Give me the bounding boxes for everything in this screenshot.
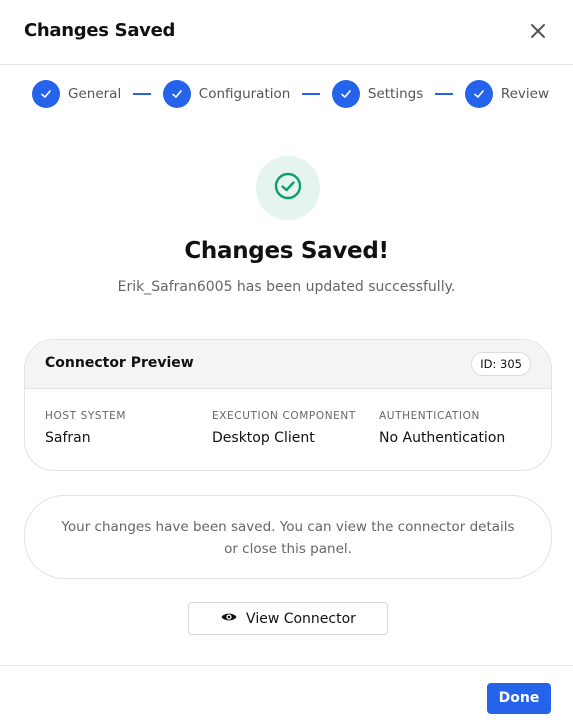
step-review[interactable]: Review — [464, 80, 549, 108]
field-value: No Authentication — [379, 430, 506, 446]
done-button[interactable]: Done — [487, 683, 551, 714]
dialog-footer: Done — [0, 665, 573, 727]
dialog-title: Changes Saved — [24, 20, 176, 41]
preview-title: Connector Preview — [45, 355, 194, 371]
view-connector-button[interactable]: View Connector — [188, 602, 388, 635]
step-label: General — [68, 86, 122, 102]
check-icon — [32, 80, 60, 108]
check-icon — [331, 80, 360, 108]
notice-text: Your changes have been saved. You can vi… — [61, 519, 515, 557]
step-connector — [435, 93, 453, 95]
info-notice: Your changes have been saved. You can vi… — [24, 495, 552, 579]
step-connector — [302, 93, 320, 95]
field-authentication: AUTHENTICATION No Authentication — [379, 410, 505, 446]
preview-header: Connector Preview ID: 305 — [25, 340, 551, 389]
check-icon — [464, 80, 493, 108]
field-label: AUTHENTICATION — [379, 410, 480, 422]
id-badge: ID: 305 — [471, 352, 531, 376]
close-icon[interactable] — [527, 20, 549, 42]
step-label: Review — [500, 86, 549, 102]
success-message: Erik_Safran6005 has been updated success… — [117, 279, 456, 295]
field-label: EXECUTION COMPONENT — [212, 410, 356, 422]
field-execution-component: EXECUTION COMPONENT Desktop Client — [212, 410, 356, 446]
step-general[interactable]: General — [32, 80, 121, 108]
view-connector-label: View Connector — [246, 610, 356, 627]
dialog-header: Changes Saved — [0, 0, 573, 65]
success-badge — [256, 156, 320, 220]
progress-stepper: General Configuration Settings Review — [32, 80, 549, 108]
step-label: Configuration — [198, 86, 291, 102]
step-settings[interactable]: Settings — [331, 80, 424, 108]
connector-preview-card: Connector Preview ID: 305 HOST SYSTEM Sa… — [24, 339, 552, 471]
field-label: HOST SYSTEM — [45, 410, 127, 422]
step-connector — [133, 93, 151, 95]
step-label: Settings — [367, 86, 424, 102]
check-circle-icon — [273, 171, 303, 205]
field-value: Safran — [45, 430, 91, 446]
step-configuration[interactable]: Configuration — [162, 80, 291, 108]
field-host-system: HOST SYSTEM Safran — [45, 410, 126, 446]
check-icon — [162, 80, 191, 108]
eye-icon — [220, 608, 238, 630]
success-headline: Changes Saved! — [184, 238, 389, 264]
field-value: Desktop Client — [212, 430, 315, 446]
